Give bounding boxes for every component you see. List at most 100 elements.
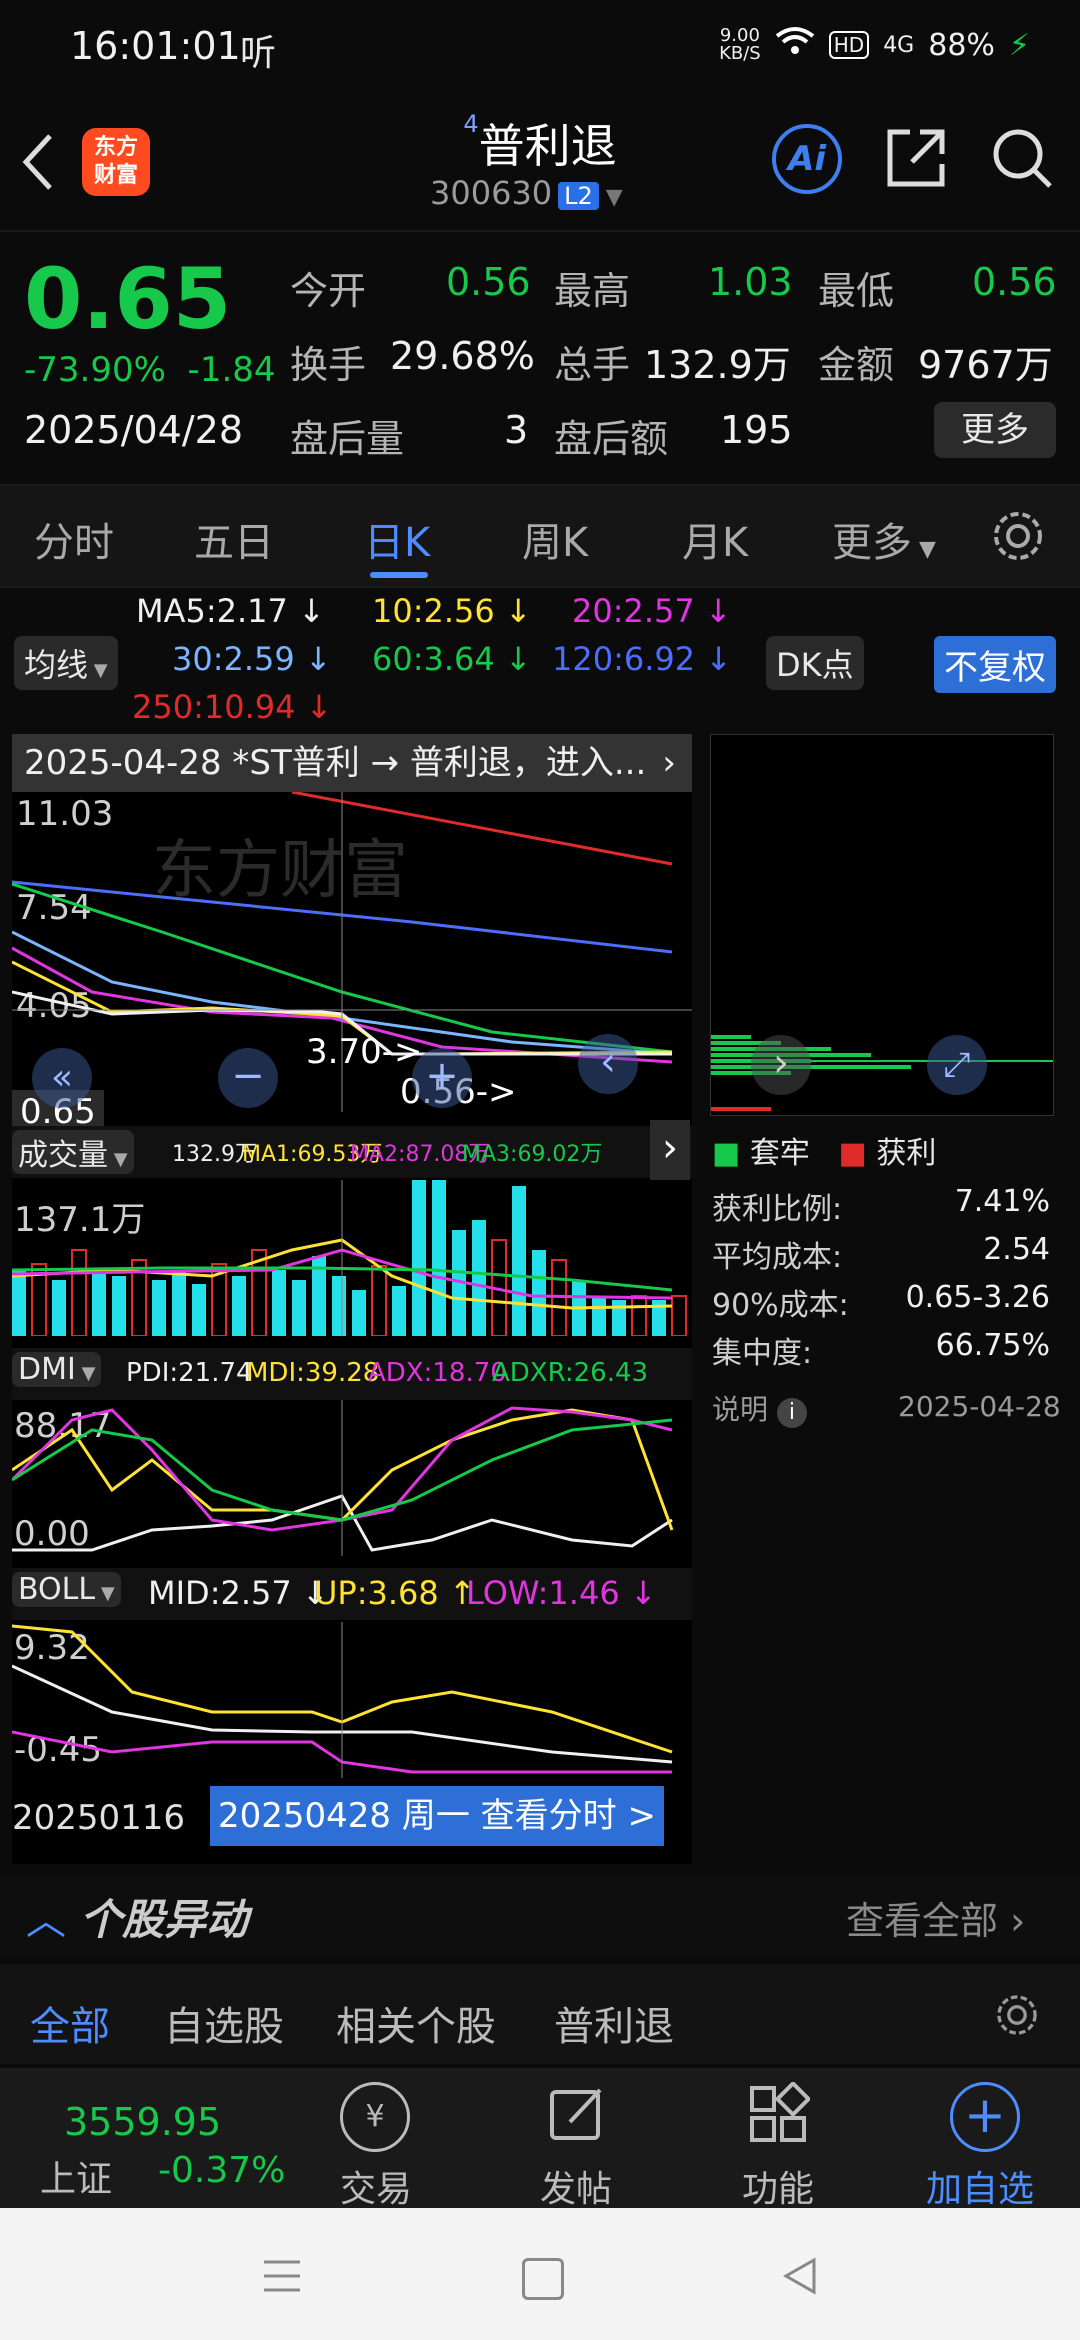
quote-date: 2025/04/28 bbox=[24, 408, 244, 452]
filter-settings-icon[interactable] bbox=[994, 1992, 1040, 2042]
tab-daily-k[interactable]: 日K bbox=[364, 510, 430, 568]
movement-title: 个股异动 bbox=[80, 1895, 249, 1944]
expand-icon[interactable]: ⤢ bbox=[927, 1035, 987, 1095]
vol-bar bbox=[71, 1249, 87, 1336]
no-adjust-button[interactable]: 不复权 bbox=[934, 636, 1056, 693]
menu-nav-icon[interactable] bbox=[262, 2256, 302, 2300]
home-nav-icon[interactable] bbox=[522, 2258, 564, 2300]
status-time: 16:01:01 bbox=[70, 24, 241, 68]
chip-next-icon[interactable]: › bbox=[751, 1035, 811, 1095]
back-icon[interactable] bbox=[18, 130, 58, 198]
bottom-toolbar: 3559.95 上证 -0.37% ¥ 交易 发帖 功能 + 加自选 bbox=[0, 2068, 1080, 2210]
boll-low: LOW:1.46 ↓ bbox=[466, 1574, 657, 1612]
chip-bar bbox=[711, 1107, 771, 1111]
view-intraday-button[interactable]: 20250428 周一 查看分时 > bbox=[210, 1786, 664, 1846]
view-all-label: 查看全部 bbox=[846, 1899, 999, 1943]
low-value: 0.56 bbox=[972, 260, 1057, 304]
high-label: 最高 bbox=[554, 269, 631, 313]
tab-intraday[interactable]: 分时 bbox=[34, 510, 114, 568]
zoom-in-icon[interactable]: + bbox=[412, 1048, 472, 1108]
filter-related[interactable]: 相关个股 bbox=[336, 1994, 496, 2052]
high-marker: 3.70-> bbox=[306, 1032, 423, 1072]
add-watchlist-icon[interactable]: + bbox=[950, 2082, 1020, 2152]
status-bar: 16:01:01 听 9.00 KB/S HD 4G 88% ⚡ bbox=[0, 0, 1080, 96]
dmi-pdi: PDI:21.74 bbox=[126, 1358, 253, 1388]
chip-stat-label: 90%成本: bbox=[712, 1288, 849, 1323]
index-pct: -0.37% bbox=[158, 2150, 286, 2191]
ai-button[interactable]: Ai bbox=[772, 124, 842, 194]
boll-low-value: LOW:1.46 bbox=[466, 1574, 620, 1612]
chip-chart[interactable]: › ⤢ bbox=[710, 734, 1054, 1116]
post-icon[interactable] bbox=[546, 2082, 610, 2150]
news-banner[interactable]: 2025-04-28 *ST普利 → 普利退，进入... › bbox=[12, 734, 692, 792]
vol-bar bbox=[551, 1259, 567, 1336]
chip-stat-value: 66.75% bbox=[935, 1328, 1050, 1363]
search-icon[interactable] bbox=[990, 126, 1054, 194]
filter-all[interactable]: 全部 bbox=[30, 1994, 110, 2052]
chip-stat-label: 平均成本: bbox=[712, 1240, 843, 1275]
dk-point-button[interactable]: DK点 bbox=[766, 636, 864, 690]
boll-mid: MID:2.57 ↓ bbox=[148, 1574, 329, 1612]
after-volume-label: 盘后量 bbox=[290, 417, 405, 461]
settings-icon[interactable] bbox=[990, 508, 1046, 568]
tab-weekly-k[interactable]: 周K bbox=[522, 510, 588, 568]
dmi-selector-label: DMI bbox=[18, 1352, 76, 1387]
add-watchlist-label[interactable]: 加自选 bbox=[926, 2160, 1034, 2212]
post-label[interactable]: 发帖 bbox=[540, 2160, 612, 2212]
turnover-value: 29.68% bbox=[390, 334, 535, 378]
filter-watchlist[interactable]: 自选股 bbox=[164, 1994, 284, 2052]
change-row: -73.90% -1.84 bbox=[24, 350, 276, 390]
stock-title: 4普利退 bbox=[340, 110, 740, 176]
info-icon: i bbox=[776, 1398, 807, 1428]
boll-selector[interactable]: BOLL ▼ bbox=[12, 1572, 121, 1607]
chart-area[interactable]: 2025-04-28 *ST普利 → 普利退，进入... › 11.03 7.5… bbox=[12, 734, 692, 1864]
boll-up-value: UP:3.68 bbox=[314, 1574, 439, 1612]
vol-bar bbox=[612, 1300, 626, 1336]
tab-monthly-k[interactable]: 月K bbox=[682, 510, 748, 568]
vol-bar bbox=[172, 1270, 186, 1336]
vol-bar bbox=[92, 1268, 106, 1336]
tab-more-label: 更多 bbox=[832, 520, 912, 566]
logo-text: 东方 财富 bbox=[93, 135, 138, 188]
charging-icon: ⚡ bbox=[1008, 27, 1030, 63]
index-value[interactable]: 3559.95 bbox=[64, 2100, 221, 2144]
dmi-svg bbox=[12, 1400, 674, 1556]
volume-svg bbox=[12, 1180, 687, 1336]
filter-stock[interactable]: 普利退 bbox=[554, 1994, 674, 2052]
stock-code-row[interactable]: 300630 L2 ▼ bbox=[430, 174, 623, 212]
ma20-value: 20:2.57 bbox=[572, 592, 695, 630]
news-text: 2025-04-28 *ST普利 → 普利退，进入... bbox=[24, 743, 647, 783]
tab-five-day[interactable]: 五日 bbox=[194, 510, 274, 568]
ma120-value: 120:6.92 bbox=[552, 640, 696, 678]
zoom-out-icon[interactable]: − bbox=[218, 1048, 278, 1108]
trade-label[interactable]: 交易 bbox=[340, 2160, 412, 2212]
dmi-selector[interactable]: DMI ▼ bbox=[12, 1352, 102, 1387]
vol-bar bbox=[232, 1276, 246, 1336]
function-icon[interactable] bbox=[746, 2080, 812, 2150]
function-label[interactable]: 功能 bbox=[742, 2160, 814, 2212]
scroll-left-icon[interactable]: « bbox=[32, 1048, 92, 1108]
chip-note[interactable]: 说明 i bbox=[712, 1388, 807, 1428]
high-value: 1.03 bbox=[708, 260, 793, 304]
turnover-label: 换手 bbox=[290, 343, 367, 387]
expand-indicator-icon[interactable]: › bbox=[650, 1120, 690, 1180]
ma-selector[interactable]: 均线 ▼ bbox=[14, 636, 118, 690]
trade-icon[interactable]: ¥ bbox=[340, 2082, 410, 2152]
vol-bar bbox=[472, 1220, 486, 1336]
tab-more[interactable]: 更多 ▼ bbox=[832, 510, 936, 568]
vol-bar bbox=[392, 1286, 406, 1336]
share-icon[interactable] bbox=[884, 126, 948, 194]
vol-ma3: MA3:69.02万 bbox=[462, 1142, 603, 1167]
after-volume-value: 3 bbox=[504, 408, 529, 452]
scroll-right-icon[interactable]: ‹ bbox=[578, 1034, 638, 1094]
collapse-icon[interactable]: ︿ bbox=[26, 1888, 66, 1946]
more-button[interactable]: 更多 bbox=[934, 402, 1056, 458]
boll-up: UP:3.68 ↑ bbox=[314, 1574, 476, 1612]
view-all-link[interactable]: 查看全部 › bbox=[846, 1890, 1025, 1945]
boll-selector-label: BOLL bbox=[18, 1572, 96, 1607]
volume-value: 132.9万 bbox=[644, 343, 791, 387]
chip-stat-label: 集中度: bbox=[712, 1336, 813, 1371]
volume-selector[interactable]: 成交量 ▼ bbox=[12, 1130, 134, 1174]
back-nav-icon[interactable] bbox=[780, 2256, 820, 2300]
chip-date: 2025-04-28 bbox=[898, 1390, 1061, 1423]
